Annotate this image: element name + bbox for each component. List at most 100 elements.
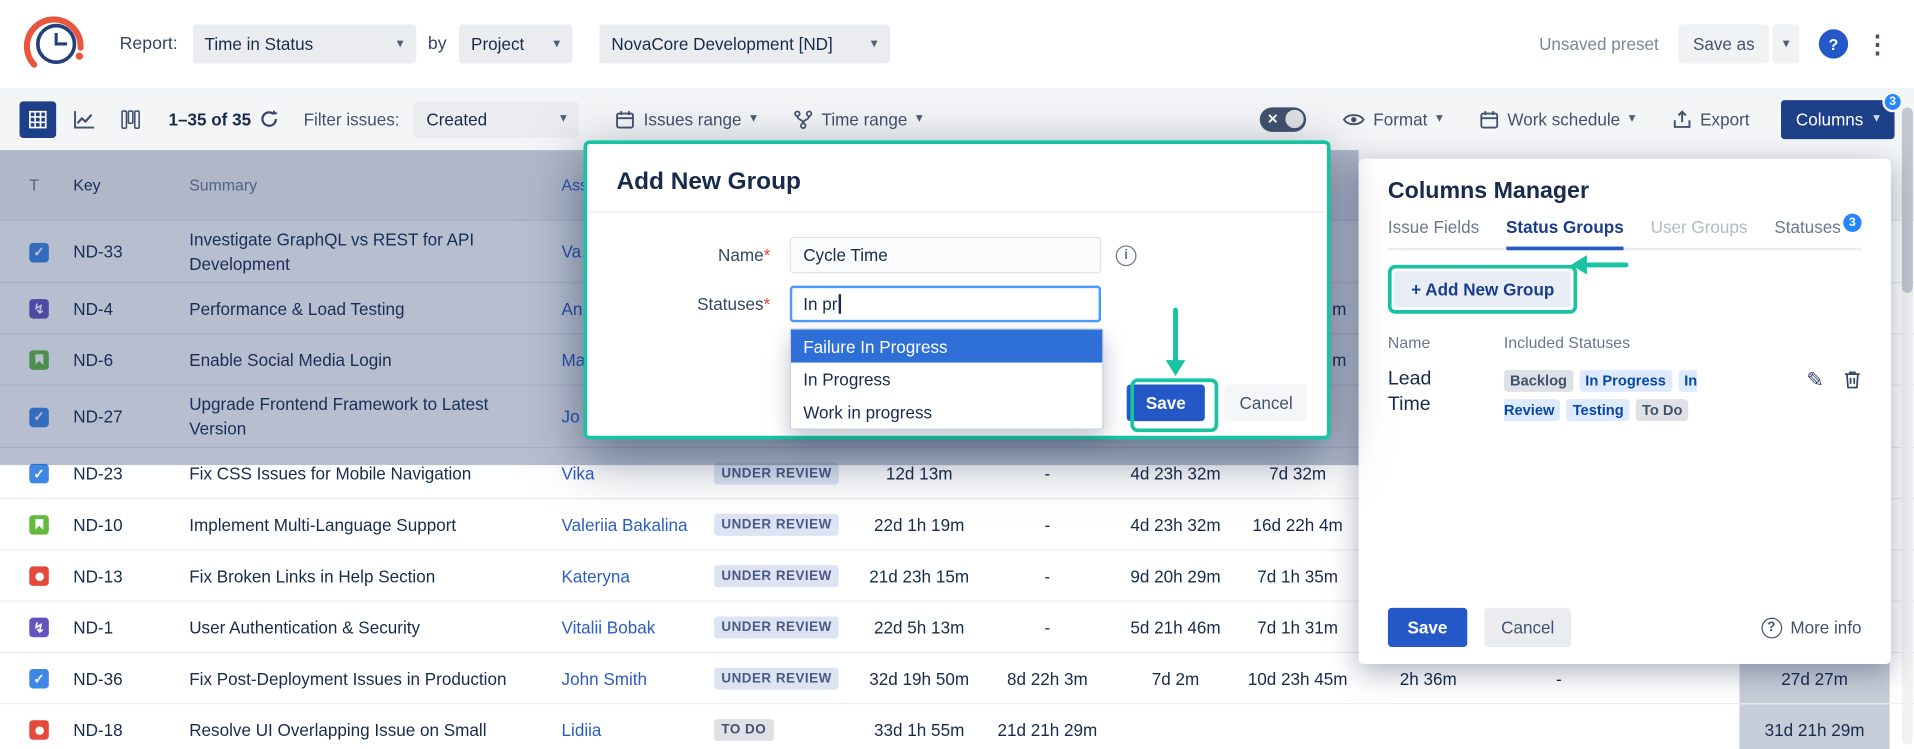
add-new-group-button[interactable]: + Add New Group — [1394, 271, 1571, 308]
story-type-icon — [29, 515, 49, 535]
format-button[interactable]: Format ▾ — [1343, 109, 1443, 129]
panel-cancel-button[interactable]: Cancel — [1484, 608, 1571, 647]
modal-title: Add New Group — [616, 168, 1297, 196]
issue-summary: Performance & Load Testing — [173, 296, 543, 320]
issue-summary: User Authentication & Security — [173, 615, 543, 639]
report-type-select[interactable]: Time in Status ▾ — [192, 24, 415, 63]
matrix-view-button[interactable] — [112, 101, 149, 138]
save-as-caret-button[interactable]: ▾ — [1773, 24, 1799, 63]
chevron-down-icon: ▾ — [1629, 112, 1636, 125]
issue-key: ND-6 — [56, 350, 173, 370]
required-asterisk: * — [764, 294, 771, 314]
bug-type-icon — [29, 567, 49, 587]
status-option[interactable]: In Progress — [791, 363, 1102, 396]
name-field-label: Name* — [616, 245, 770, 265]
group-name-header: Name — [1388, 333, 1504, 351]
calendar-icon — [616, 109, 636, 129]
status-option[interactable]: Work in progress — [791, 396, 1102, 429]
group-name-input[interactable]: Cycle Time — [790, 237, 1101, 274]
issue-assignee[interactable]: John Smith — [543, 668, 692, 688]
status-badge: UNDER REVIEW — [714, 463, 839, 485]
issue-assignee[interactable]: Valeriia Bakalina — [543, 515, 692, 535]
chevron-down-icon: ▾ — [1873, 112, 1880, 125]
column-header-key[interactable]: Key — [56, 176, 173, 194]
add-group-modal: Add New Group Name* Cycle Time i Statuse… — [583, 140, 1330, 439]
chevron-down-icon: ▾ — [750, 112, 757, 125]
columns-button[interactable]: Columns ▾ 3 — [1781, 99, 1894, 138]
question-circle-icon: ? — [1761, 617, 1782, 638]
issues-range-button[interactable]: Issues range ▾ — [616, 109, 757, 129]
time-cell: - — [983, 515, 1112, 535]
toggle-switch[interactable]: ✕ — [1260, 107, 1306, 131]
delete-group-button[interactable] — [1843, 370, 1861, 390]
issue-summary: Upgrade Frontend Framework to Latest Ver… — [173, 392, 543, 441]
status-lozenge: Testing — [1567, 399, 1630, 421]
export-button[interactable]: Export — [1672, 109, 1749, 129]
issue-assignee[interactable]: Lidiia — [543, 720, 692, 740]
trash-icon — [1843, 370, 1861, 390]
issue-key: ND-1 — [56, 617, 173, 637]
tab-user-groups[interactable]: User Groups — [1651, 217, 1748, 250]
issue-key: ND-13 — [56, 566, 173, 586]
task-type-icon — [29, 669, 49, 689]
column-header-type[interactable]: T — [0, 176, 56, 194]
scrollbar-thumb[interactable] — [1902, 107, 1913, 293]
statuses-input[interactable]: In pr — [790, 286, 1101, 323]
columns-label: Columns — [1796, 109, 1863, 129]
time-cell: 21d 21h 29m — [983, 720, 1112, 740]
filter-field-select[interactable]: Created ▾ — [414, 101, 579, 138]
overflow-menu-button[interactable]: ⋮ — [1865, 29, 1889, 60]
tab-statuses[interactable]: Statuses3 — [1774, 217, 1861, 250]
time-cell: 7d 1h 35m — [1239, 566, 1356, 586]
column-header-summary[interactable]: Summary — [173, 173, 543, 197]
issue-summary: Enable Social Media Login — [173, 347, 543, 371]
time-cell: - — [983, 566, 1112, 586]
more-info-link[interactable]: ? More info — [1761, 617, 1862, 638]
info-icon: i — [1116, 245, 1137, 266]
task-type-icon — [29, 407, 49, 427]
refresh-button[interactable] — [258, 109, 279, 130]
columns-manager-footer: Save Cancel ? More info — [1388, 608, 1862, 647]
time-cell: 16d 22h 4m — [1239, 515, 1356, 535]
time-cell: 32d 19h 50m — [856, 668, 983, 688]
task-type-icon — [29, 243, 49, 263]
project-select[interactable]: NovaCore Development [ND] ▾ — [599, 24, 890, 63]
tab-issue-fields[interactable]: Issue Fields — [1388, 217, 1479, 250]
issues-range-label: Issues range — [644, 109, 742, 129]
scope-value: Project — [471, 34, 524, 54]
app-logo — [20, 11, 91, 77]
status-option[interactable]: Failure In Progress — [791, 330, 1102, 363]
text-cursor — [839, 294, 841, 314]
time-cell: 9d 20h 29m — [1112, 566, 1239, 586]
time-cell: 5d 21h 46m — [1112, 617, 1239, 637]
issue-assignee[interactable]: Vitalii Bobak — [543, 617, 692, 637]
issue-assignee[interactable]: Kateryna — [543, 566, 692, 586]
time-cell: 22d 5h 13m — [856, 617, 983, 637]
issue-key: ND-23 — [56, 463, 173, 483]
modal-header: Add New Group — [587, 144, 1327, 212]
work-schedule-button[interactable]: Work schedule ▾ — [1479, 109, 1635, 129]
export-label: Export — [1700, 109, 1749, 129]
issue-row[interactable]: ND-18Resolve UI Overlapping Issue on Sma… — [0, 704, 1914, 749]
scope-select[interactable]: Project ▾ — [459, 24, 573, 63]
time-range-button[interactable]: Time range ▾ — [793, 109, 922, 129]
help-button[interactable]: ? — [1819, 29, 1848, 58]
status-lozenge: To Do — [1636, 399, 1689, 421]
issue-assignee[interactable]: Vika — [543, 463, 692, 483]
panel-save-button[interactable]: Save — [1388, 608, 1467, 647]
time-cell: 12d 13m — [856, 463, 983, 483]
tab-status-groups[interactable]: Status Groups — [1506, 217, 1624, 250]
modal-cancel-button[interactable]: Cancel — [1225, 385, 1308, 422]
vertical-scrollbar[interactable] — [1902, 107, 1913, 744]
save-as-button[interactable]: Save as — [1678, 24, 1769, 63]
unsaved-preset-label: Unsaved preset — [1539, 34, 1659, 54]
time-cell: - — [1500, 668, 1617, 688]
time-cell: 21d 23h 15m — [856, 566, 983, 586]
total-cell: 31d 21h 29m — [1739, 704, 1889, 749]
chart-view-button[interactable] — [66, 101, 103, 138]
issue-summary: Investigate GraphQL vs REST for API Deve… — [173, 227, 543, 276]
grid-view-button[interactable] — [20, 101, 57, 138]
modal-save-button[interactable]: Save — [1126, 385, 1205, 422]
time-cell: - — [983, 463, 1112, 483]
edit-group-button[interactable]: ✎ — [1806, 370, 1823, 391]
